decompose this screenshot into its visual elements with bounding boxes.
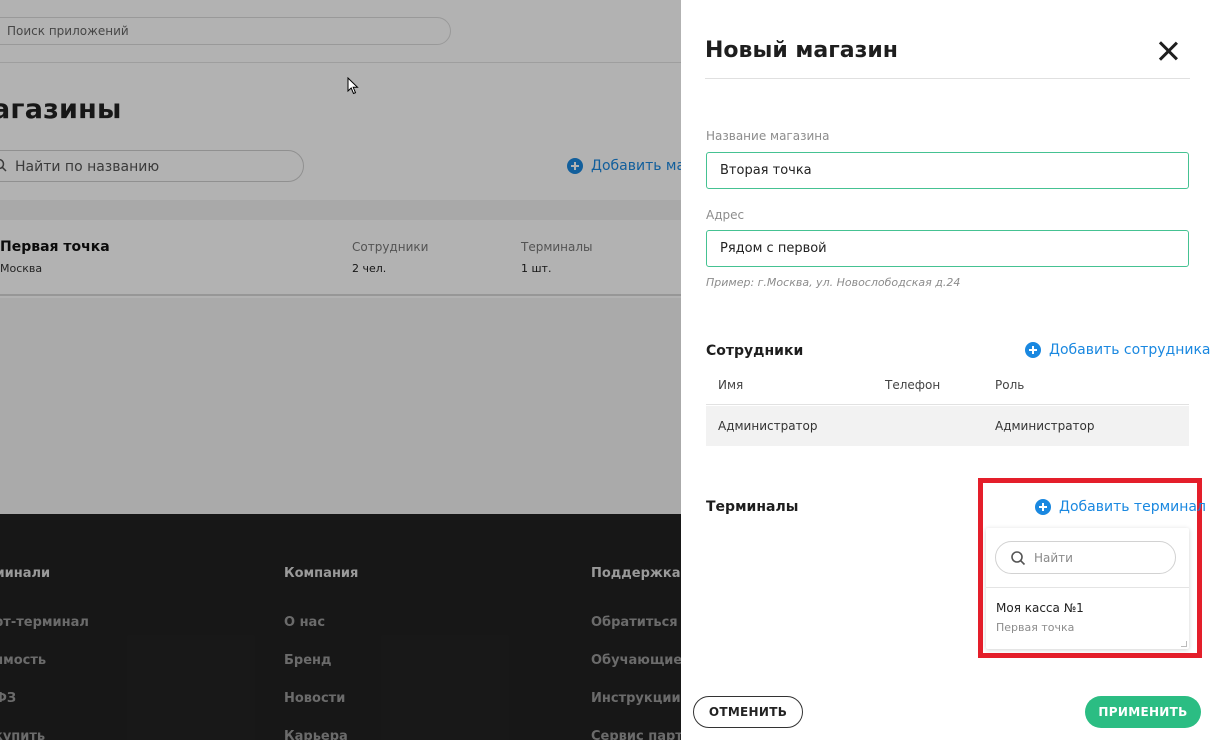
terminals-heading: Терминалы: [706, 499, 799, 515]
panel-title: Новый магазин: [705, 38, 898, 63]
table-row[interactable]: Администратор Администратор: [706, 406, 1189, 446]
address-field[interactable]: [706, 230, 1189, 267]
cancel-button[interactable]: ОТМЕНИТЬ: [693, 696, 803, 728]
apply-button[interactable]: ПРИМЕНИТЬ: [1085, 696, 1201, 728]
terminal-search-input[interactable]: [1034, 547, 1164, 569]
terminal-option-name: Моя касса №1: [996, 601, 1084, 615]
column-name: Имя: [718, 378, 744, 392]
shop-name-field[interactable]: [706, 152, 1189, 189]
address-label: Адрес: [706, 208, 745, 222]
resize-grip-icon[interactable]: [1181, 641, 1187, 647]
employees-table-header: Имя Телефон Роль: [706, 370, 1189, 405]
add-terminal-button[interactable]: Добавить терминал: [1035, 499, 1206, 515]
new-shop-panel: Новый магазин Название магазина Адрес Пр…: [681, 0, 1214, 740]
column-phone: Телефон: [885, 378, 941, 392]
shop-name-label: Название магазина: [706, 129, 830, 143]
employees-heading: Сотрудники: [706, 343, 804, 359]
add-employee-button[interactable]: Добавить сотрудника: [1025, 342, 1210, 358]
address-hint: Пример: г.Москва, ул. Новослободская д.2…: [706, 276, 961, 289]
plus-circle-icon: [1025, 342, 1041, 358]
add-employee-label: Добавить сотрудника: [1049, 342, 1211, 358]
terminal-option[interactable]: Моя касса №1 Первая точка: [986, 588, 1189, 646]
terminal-option-shop: Первая точка: [996, 621, 1075, 634]
terminal-dropdown: Моя касса №1 Первая точка: [986, 528, 1189, 649]
divider: [705, 78, 1190, 79]
mouse-cursor-icon: [347, 77, 359, 95]
terminal-search[interactable]: [995, 541, 1176, 574]
add-terminal-label: Добавить терминал: [1059, 499, 1206, 515]
column-role: Роль: [995, 378, 1025, 392]
cell-role: Администратор: [995, 419, 1095, 433]
plus-circle-icon: [1035, 499, 1051, 515]
cell-name: Администратор: [718, 419, 818, 433]
close-icon[interactable]: [1157, 40, 1179, 62]
search-icon: [1011, 551, 1026, 566]
